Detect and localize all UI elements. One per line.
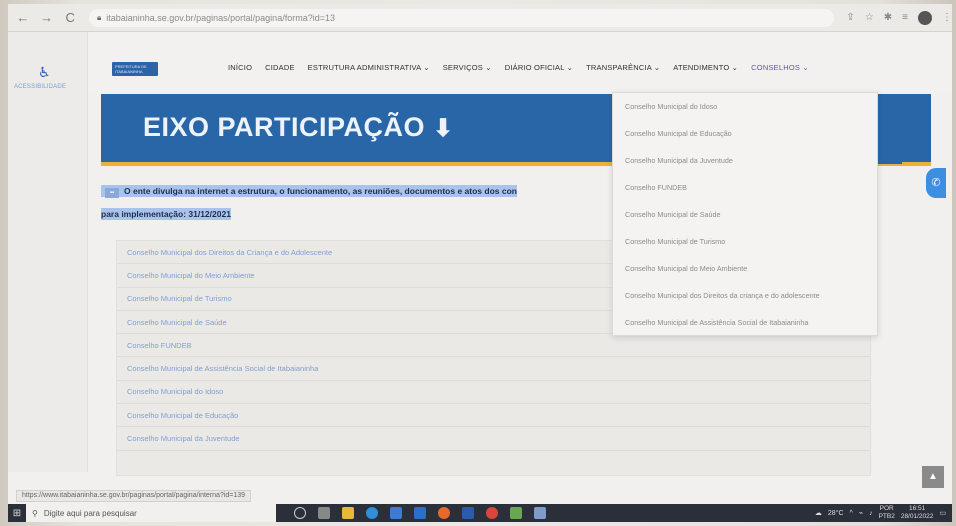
- dropdown-item[interactable]: Conselho Municipal de Saúde: [613, 201, 877, 228]
- explorer-icon[interactable]: [342, 507, 354, 519]
- conselhos-dropdown: Conselho Municipal do Idoso Conselho Mun…: [612, 92, 878, 336]
- accessibility-label[interactable]: ACESSIBILIDADE: [14, 84, 66, 90]
- criterion-text-1: O ente divulga na internet a estrutura, …: [124, 186, 517, 196]
- page-title-text: EIXO PARTICIPAÇÃO: [143, 112, 426, 142]
- chrome-icon[interactable]: [486, 507, 498, 519]
- clock[interactable]: 16:51 28/01/2022: [901, 505, 934, 521]
- firefox-icon[interactable]: [438, 507, 450, 519]
- network-icon[interactable]: ⌁: [859, 509, 863, 517]
- accessibility-icon[interactable]: ♿︎: [38, 64, 51, 81]
- chevron-up-icon: ▲: [928, 471, 938, 482]
- reload-icon[interactable]: C: [61, 9, 79, 27]
- tray-chevron-icon[interactable]: ^: [850, 510, 853, 517]
- browser-toolbar: ← → C 🔒︎ itabaianinha.se.gov.br/paginas/…: [8, 4, 952, 32]
- criterion-text: ▪▪ O ente divulga na internet a estrutura…: [101, 184, 621, 221]
- mail-icon[interactable]: [414, 507, 426, 519]
- notifications-icon[interactable]: ▭: [939, 509, 946, 517]
- share-icon[interactable]: ⇪: [846, 12, 854, 23]
- list-item[interactable]: Conselho Municipal de Assistência Social…: [117, 357, 870, 381]
- windows-taskbar: ⊞ ⚲ Digite aqui para pesquisar ☁ 28°C ^ …: [8, 504, 952, 522]
- criterion-deadline: para implementação: 31/12/2021: [101, 208, 231, 220]
- list-item[interactable]: Conselho Municipal da Juventude: [117, 427, 870, 451]
- nav-item-transparencia[interactable]: TRANSPARÊNCIA ⌄: [586, 63, 660, 72]
- chat-button[interactable]: ✆: [926, 168, 946, 198]
- nav-item-cidade[interactable]: CIDADE: [265, 63, 295, 72]
- criterion-line-2: para implementação: 31/12/2021: [101, 207, 621, 221]
- nav-item-conselhos[interactable]: CONSELHOS ⌄: [751, 63, 809, 72]
- site-logo[interactable]: PREFEITURA DE ITABAIANINHA: [112, 62, 158, 76]
- banner-edge: [878, 96, 902, 164]
- search-placeholder: Digite aqui para pesquisar: [43, 508, 137, 518]
- dropdown-item[interactable]: Conselho Municipal de Educação: [613, 120, 877, 147]
- word-icon[interactable]: [462, 507, 474, 519]
- browser-actions: ⇪ ☆ ✱ ≡ ⋮: [846, 10, 952, 25]
- taskbar-apps: [294, 507, 546, 519]
- search-icon: ⚲: [32, 508, 38, 518]
- temperature[interactable]: 28°C: [828, 510, 844, 517]
- nav-item-inicio[interactable]: INÍCIO: [228, 63, 252, 72]
- address-bar[interactable]: 🔒︎ itabaianinha.se.gov.br/paginas/portal…: [88, 8, 835, 27]
- widgets-icon[interactable]: [318, 507, 330, 519]
- photo-frame: ← → C 🔒︎ itabaianinha.se.gov.br/paginas/…: [0, 0, 956, 526]
- dropdown-item[interactable]: Conselho Municipal de Turismo: [613, 228, 877, 255]
- list-item[interactable]: Conselho FUNDEB: [117, 334, 870, 358]
- back-icon[interactable]: ←: [14, 9, 32, 27]
- chat-icon: ✆: [931, 177, 941, 189]
- star-icon[interactable]: ☆: [865, 12, 874, 23]
- dropdown-item[interactable]: Conselho Municipal de Assistência Social…: [613, 309, 877, 336]
- menu-icon[interactable]: ⋮: [942, 12, 952, 23]
- system-tray: ☁ 28°C ^ ⌁ ♪ POR PTB2 16:51 28/01/2022 ▭: [815, 505, 952, 521]
- task-view-icon[interactable]: [294, 507, 306, 519]
- main-nav: INÍCIO CIDADE ESTRUTURA ADMINISTRATIVA ⌄…: [228, 63, 809, 72]
- reading-list-icon[interactable]: ≡: [902, 12, 908, 23]
- profile-avatar[interactable]: [918, 10, 933, 25]
- store-icon[interactable]: [390, 507, 402, 519]
- info-icon: ▪▪: [105, 188, 119, 198]
- windows-start-icon[interactable]: ⊞: [8, 504, 26, 522]
- url-text: itabaianinha.se.gov.br/paginas/portal/pa…: [106, 12, 335, 23]
- dropdown-item[interactable]: Conselho Municipal da Juventude: [613, 147, 877, 174]
- weather-icon[interactable]: ☁: [815, 509, 822, 517]
- accessibility-sidebar: ♿︎ ACESSIBILIDADE: [8, 32, 88, 472]
- dropdown-item[interactable]: Conselho Municipal do Meio Ambiente: [613, 255, 877, 282]
- lock-icon: 🔒︎: [96, 12, 102, 22]
- dropdown-item[interactable]: Conselho Municipal dos Direitos da crian…: [613, 282, 877, 309]
- edge-icon[interactable]: [366, 507, 378, 519]
- page-title: EIXO PARTICIPAÇÃO ⬇: [143, 112, 454, 143]
- nav-item-estrutura[interactable]: ESTRUTURA ADMINISTRATIVA ⌄: [308, 63, 430, 72]
- logo-text: PREFEITURA DE ITABAIANINHA: [115, 64, 147, 74]
- forward-icon[interactable]: →: [38, 9, 56, 27]
- scroll-to-top-button[interactable]: ▲: [922, 466, 944, 488]
- taskbar-search[interactable]: ⚲ Digite aqui para pesquisar: [26, 504, 276, 522]
- arrow-down-icon: ⬇: [433, 115, 454, 142]
- list-item[interactable]: Conselho Municipal de Educação: [117, 404, 870, 428]
- dropdown-item[interactable]: Conselho Municipal do Idoso: [613, 93, 877, 120]
- nav-item-atendimento[interactable]: ATENDIMENTO ⌄: [673, 63, 738, 72]
- nav-item-servicos[interactable]: SERVIÇOS ⌄: [443, 63, 492, 72]
- list-item[interactable]: Conselho Municipal do Idoso: [117, 381, 870, 405]
- dropdown-item[interactable]: Conselho FUNDEB: [613, 174, 877, 201]
- monitor-screen: ← → C 🔒︎ itabaianinha.se.gov.br/paginas/…: [8, 4, 952, 522]
- extensions-icon[interactable]: ✱: [884, 12, 892, 23]
- criterion-line-1: ▪▪ O ente divulga na internet a estrutura…: [101, 184, 621, 198]
- site-header: PREFEITURA DE ITABAIANINHA INÍCIO CIDADE…: [88, 32, 952, 94]
- files-icon[interactable]: [534, 507, 546, 519]
- status-url: https://www.itabaianinha.se.gov.br/pagin…: [16, 490, 252, 502]
- volume-icon[interactable]: ♪: [869, 510, 873, 517]
- language-indicator[interactable]: POR PTB2: [879, 505, 895, 521]
- app-icon[interactable]: [510, 507, 522, 519]
- nav-item-diario[interactable]: DIÁRIO OFICIAL ⌄: [505, 63, 573, 72]
